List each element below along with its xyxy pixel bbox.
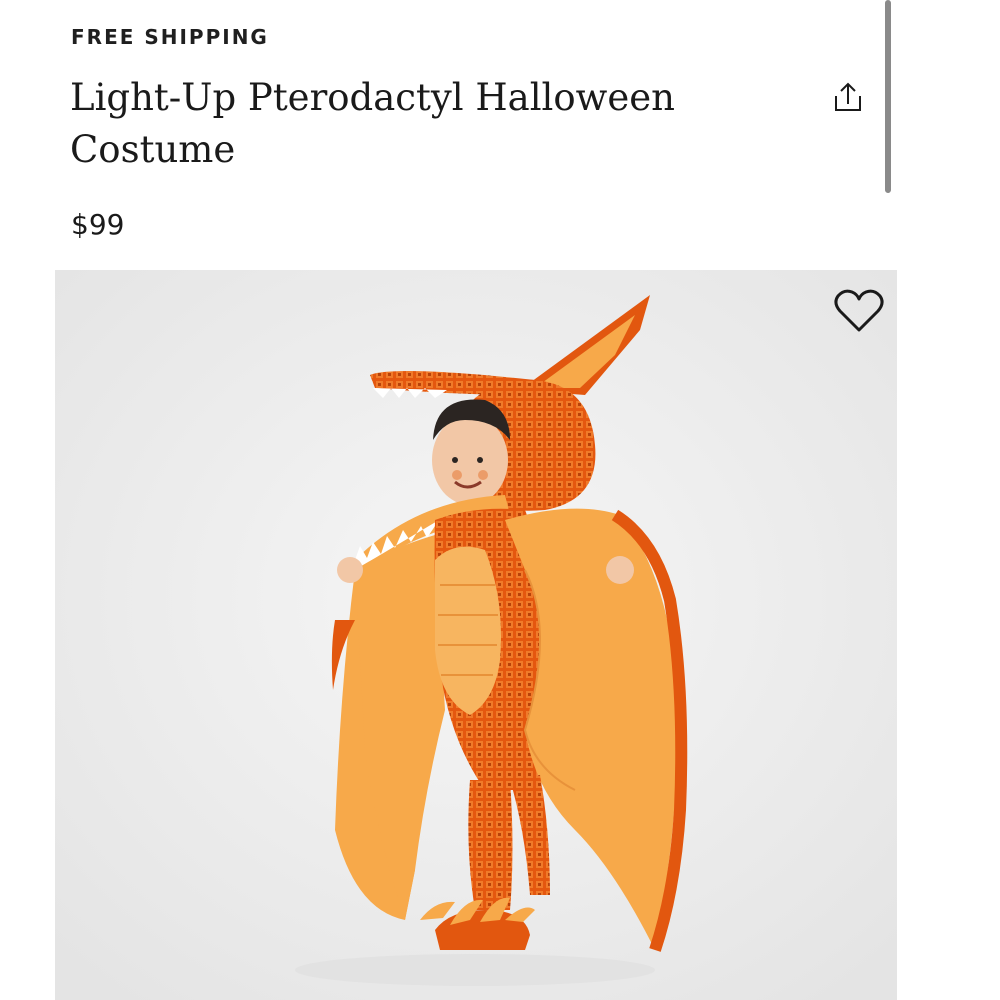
share-icon[interactable] (828, 78, 868, 118)
costume-photo (55, 270, 897, 1000)
product-price: $99 (71, 208, 125, 241)
scrollbar[interactable] (885, 0, 891, 193)
product-image[interactable] (55, 270, 897, 1000)
favorite-heart-icon[interactable] (833, 288, 885, 334)
product-title: Light-Up Pterodactyl Halloween Costume (70, 76, 675, 171)
free-shipping-label: FREE SHIPPING (71, 25, 269, 49)
